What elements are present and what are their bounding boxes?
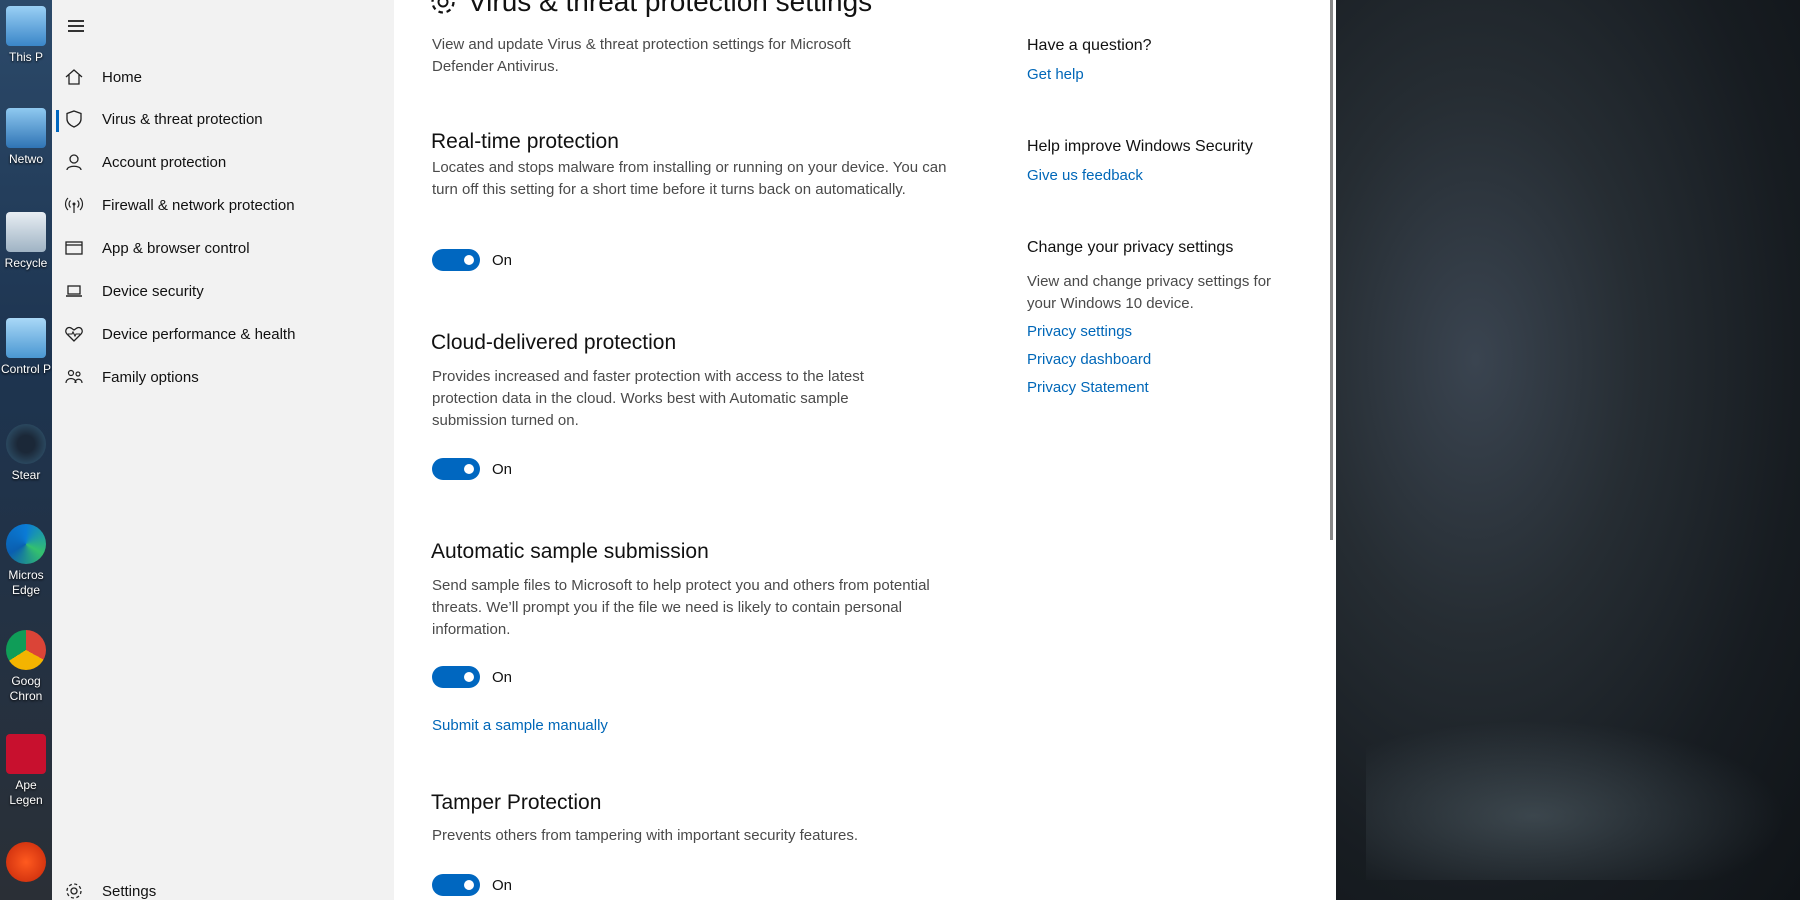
nav-item-label: Device performance & health <box>102 326 296 343</box>
nav-item-app-browser-control[interactable]: App & browser control <box>52 229 394 269</box>
ea-icon <box>6 842 46 882</box>
toggle-switch[interactable] <box>432 458 480 480</box>
desktop-icon-steam[interactable]: Stear <box>0 424 52 483</box>
get-help-link[interactable]: Get help <box>1027 66 1084 83</box>
family-icon <box>64 367 84 387</box>
browser-window-icon <box>64 238 84 258</box>
chrome-icon <box>6 630 46 670</box>
hamburger-menu-icon[interactable] <box>64 14 88 38</box>
nav-item-device-security[interactable]: Device security <box>52 272 394 312</box>
desktop-icon-apex[interactable]: Ape Legen <box>0 734 52 808</box>
desktop-icon-strip: This P Netwo Recycle Control P Stear Mic… <box>0 0 52 900</box>
privacy-settings-heading: Change your privacy settings <box>1027 239 1234 256</box>
cloud-delivered-protection-description: Provides increased and faster protection… <box>432 368 864 429</box>
cloud-delivered-protection-title: Cloud-delivered protection <box>431 331 677 354</box>
privacy-statement-link[interactable]: Privacy Statement <box>1027 379 1149 396</box>
desktop-icon-control-panel[interactable]: Control P <box>0 318 52 377</box>
desktop-icon-network[interactable]: Netwo <box>0 108 52 167</box>
submit-sample-manually-link[interactable]: Submit a sample manually <box>432 717 608 734</box>
desktop-icon-chrome[interactable]: Goog Chron <box>0 630 52 704</box>
privacy-description: View and change privacy settings for you… <box>1027 273 1272 312</box>
nav-item-virus-threat-protection[interactable]: Virus & threat protection <box>52 100 394 140</box>
nav-item-account-protection[interactable]: Account protection <box>52 143 394 183</box>
page-description: View and update Virus & threat protectio… <box>432 36 851 75</box>
navigation-pane: Home Virus & threat protection Account p… <box>52 0 394 900</box>
tamper-protection-title: Tamper Protection <box>431 791 602 814</box>
desktop-icon-ea[interactable] <box>0 842 52 886</box>
toggle-switch[interactable] <box>432 666 480 688</box>
page-title: Virus & threat protection settings <box>428 0 872 18</box>
scrollbar[interactable] <box>1330 0 1333 540</box>
nav-item-label: Account protection <box>102 154 227 171</box>
steam-icon <box>6 424 46 464</box>
nav-item-firewall[interactable]: Firewall & network protection <box>52 186 394 226</box>
desktop-icon-edge[interactable]: Micros Edge <box>0 524 52 598</box>
real-time-protection-toggle[interactable]: On <box>432 249 512 271</box>
tamper-protection-toggle[interactable]: On <box>432 874 512 896</box>
heart-pulse-icon <box>64 324 84 344</box>
nav-item-family-options[interactable]: Family options <box>52 358 394 398</box>
toggle-state-label: On <box>492 251 513 269</box>
selection-indicator <box>56 110 59 132</box>
gear-icon <box>428 0 458 17</box>
main-content: Virus & threat protection settings View … <box>394 0 994 900</box>
automatic-sample-submission-description: Send sample files to Microsoft to help p… <box>432 577 930 638</box>
tamper-protection-description: Prevents others from tampering with impo… <box>432 827 859 844</box>
nav-item-device-performance[interactable]: Device performance & health <box>52 315 394 355</box>
apex-legends-icon <box>6 734 46 774</box>
toggle-switch[interactable] <box>432 249 480 271</box>
toggle-state-label: On <box>492 460 513 478</box>
privacy-settings-link[interactable]: Privacy settings <box>1027 323 1132 340</box>
home-icon <box>64 67 84 87</box>
automatic-sample-submission-toggle[interactable]: On <box>432 666 512 688</box>
give-feedback-link[interactable]: Give us feedback <box>1027 167 1143 184</box>
computer-icon <box>6 6 46 46</box>
antenna-icon <box>64 195 84 215</box>
nav-item-settings[interactable]: Settings <box>52 872 394 900</box>
nav-item-label: Virus & threat protection <box>102 111 263 128</box>
windows-security-window: Home Virus & threat protection Account p… <box>52 0 1336 900</box>
network-icon <box>6 108 46 148</box>
toggle-state-label: On <box>492 668 513 686</box>
gear-icon <box>64 881 84 900</box>
nav-item-label: Home <box>102 69 143 86</box>
nav-item-label: Firewall & network protection <box>102 197 295 214</box>
person-icon <box>64 152 84 172</box>
desktop-icon-recycle-bin[interactable]: Recycle <box>0 212 52 271</box>
shield-icon <box>64 109 84 129</box>
nav-item-label: Device security <box>102 283 204 300</box>
toggle-switch[interactable] <box>432 874 480 896</box>
help-improve-heading: Help improve Windows Security <box>1027 138 1253 155</box>
nav-item-home[interactable]: Home <box>52 58 394 98</box>
desktop-icon-this-pc[interactable]: This P <box>0 6 52 65</box>
nav-item-label: Family options <box>102 369 199 386</box>
cloud-delivered-protection-toggle[interactable]: On <box>432 458 512 480</box>
laptop-icon <box>64 281 84 301</box>
side-panel: Have a question? Get help Help improve W… <box>1027 0 1307 900</box>
toggle-state-label: On <box>492 876 513 894</box>
real-time-protection-title: Real-time protection <box>431 130 619 153</box>
nav-item-label: App & browser control <box>102 240 250 257</box>
have-a-question-heading: Have a question? <box>1027 37 1152 54</box>
recycle-bin-icon <box>6 212 46 252</box>
nav-item-label: Settings <box>102 883 157 900</box>
privacy-dashboard-link[interactable]: Privacy dashboard <box>1027 351 1151 368</box>
real-time-protection-description: Locates and stops malware from installin… <box>432 159 947 198</box>
edge-icon <box>6 524 46 564</box>
automatic-sample-submission-title: Automatic sample submission <box>431 540 709 563</box>
control-panel-icon <box>6 318 46 358</box>
desktop-wallpaper <box>1336 0 1800 900</box>
